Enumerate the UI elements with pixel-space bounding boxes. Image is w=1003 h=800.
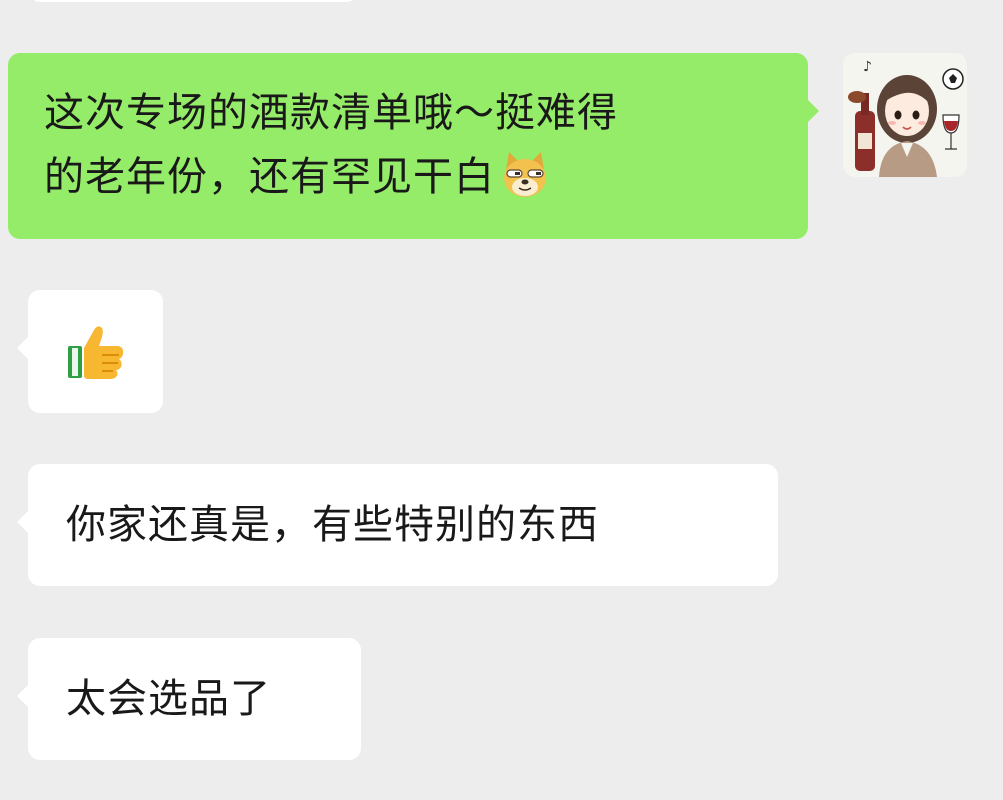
message-text-line-2: 的老年份，还有罕见干白 [44,145,808,209]
incoming-message-bubble[interactable]: 太会选品了 [17,638,361,760]
bubble-tail [807,99,819,123]
message-text: 太会选品了 [66,676,271,722]
outgoing-message-bubble[interactable]: 这次专场的酒款清单哦～挺难得 的老年份，还有罕见干白 [8,53,819,239]
incoming-message-bubble[interactable]: 你家还真是，有些特别的东西 [17,464,778,586]
incoming-message-bubble[interactable] [17,290,163,413]
bubble-tail [17,336,29,360]
thumbs-up-icon [68,326,124,379]
doge-emoji-icon [504,152,546,197]
user-avatar[interactable]: ♪ [843,53,967,177]
message-text: 你家还真是，有些特别的东西 [66,502,599,548]
message-text-line-2-content: 的老年份，还有罕见干白 [44,154,495,200]
user-avatar-illustration-icon: ♪ [843,53,967,177]
bubble-tail [17,684,29,708]
message-text-line-1: 这次专场的酒款清单哦～挺难得 [44,90,618,136]
bubble-tail [17,510,29,534]
svg-text:♪: ♪ [863,59,872,75]
previous-message-fragment [28,0,358,2]
